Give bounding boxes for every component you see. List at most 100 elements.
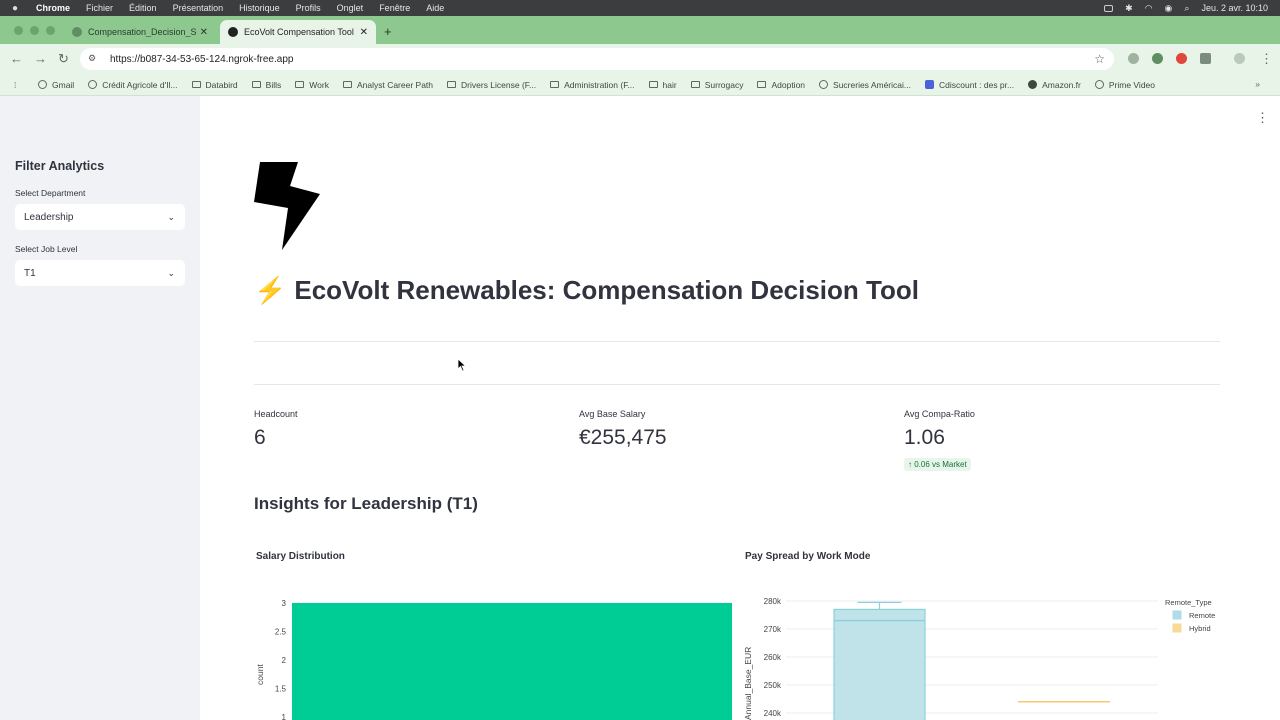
macos-menu-bar: ● Chrome Fichier Édition Présentation Hi… (0, 0, 1280, 16)
back-icon[interactable]: ← (10, 51, 23, 66)
bookmark-item[interactable]: Drivers License (F... (447, 80, 536, 90)
close-tab-icon[interactable]: ✕ (360, 27, 368, 38)
control-center-icon[interactable]: ◉ (1165, 3, 1173, 14)
browser-tab[interactable]: Compensation_Decision_Su ✕ (64, 20, 216, 44)
bookmark-favicon-icon (924, 80, 934, 89)
y-tick-label: 280k (764, 597, 782, 606)
bookmark-item[interactable]: Work (295, 80, 329, 90)
bookmark-item[interactable]: Bills (251, 79, 282, 90)
bluetooth-icon[interactable]: ✱ (1125, 3, 1133, 14)
bookmark-favicon-icon (819, 80, 829, 89)
wifi-icon[interactable]: ◠ (1145, 3, 1153, 14)
profile-avatar-icon[interactable] (1234, 53, 1245, 64)
y-tick-label: 270k (764, 625, 782, 634)
close-window-icon[interactable] (14, 26, 23, 35)
site-info-icon[interactable]: ⚙ (88, 53, 100, 65)
y-tick-label: 260k (764, 653, 782, 662)
browser-menu-icon[interactable]: ⋮ (1260, 51, 1273, 67)
bookmark-label: Bills (265, 79, 282, 90)
remote-box (833, 608, 926, 720)
bookmark-item[interactable]: Prime Video (1094, 79, 1156, 90)
browser-tab-active[interactable]: EcoVolt Compensation Tool ✕ (220, 20, 376, 44)
bookmark-item[interactable]: Gmail (38, 80, 74, 90)
clock[interactable]: Jeu. 2 avr. 10:10 (1201, 3, 1268, 13)
bookmark-favicon-icon (88, 80, 98, 89)
status-area: ✱ ◠ ◉ ⌕ Jeu. 2 avr. 10:10 (1104, 3, 1268, 14)
extension-icon[interactable] (1128, 53, 1139, 64)
chevron-down-icon: ⌄ (167, 267, 175, 278)
folder-icon (251, 81, 261, 88)
bookmark-label: Prime Video (1108, 79, 1156, 90)
close-tab-icon[interactable]: ✕ (200, 27, 208, 38)
tab-favicon-icon (72, 27, 82, 37)
bookmark-label: Cdiscount : des pr... (938, 79, 1015, 90)
bookmark-label: Drivers License (F... (461, 79, 537, 90)
job-level-select[interactable]: T1 ⌄ (15, 260, 185, 286)
menu-item[interactable]: Profils (296, 3, 321, 13)
address-bar[interactable]: ⚙ https://b087-34-53-65-124.ngrok-free.a… (80, 48, 1114, 70)
folder-icon (690, 81, 700, 88)
bookmark-label: Amazon.fr (1042, 79, 1081, 90)
menu-item[interactable]: Chrome (36, 3, 70, 13)
menu-item[interactable]: Fichier (86, 3, 113, 13)
job-level-label: Select Job Level (15, 244, 78, 254)
minimize-window-icon[interactable] (30, 26, 39, 35)
bookmark-item[interactable]: hair (648, 80, 677, 90)
menu-item[interactable]: Fenêtre (379, 3, 410, 13)
page-title: ⚡ EcoVolt Renewables: Compensation Decisi… (254, 275, 919, 306)
folder-icon (342, 81, 352, 88)
headcount-value: 6 (254, 426, 266, 449)
menu-item[interactable]: Présentation (173, 3, 224, 13)
legend-label: Remote (1189, 611, 1215, 620)
bookmark-label: Gmail (52, 79, 75, 90)
salary-distribution-title: Salary Distribution (256, 551, 345, 562)
bookmark-item[interactable]: Cdiscount : des pr... (924, 79, 1015, 90)
app-menu-kebab-icon[interactable]: ⋮ (1256, 110, 1269, 126)
apps-icon[interactable]: ⁞ (0, 80, 38, 90)
adblock-icon[interactable] (1176, 53, 1187, 64)
extensions-puzzle-icon[interactable] (1200, 53, 1211, 64)
bookmark-item[interactable]: Analyst Career Path (342, 80, 433, 90)
search-icon[interactable]: ⌕ (1184, 3, 1189, 14)
app-menu: Chrome Fichier Édition Présentation Hist… (36, 3, 444, 13)
apple-icon[interactable]: ● (12, 3, 30, 14)
more-bookmarks-icon[interactable]: » (1255, 79, 1260, 89)
bookmark-item[interactable]: Databird (191, 80, 238, 90)
pay-spread-chart: 240k 250k 260k 270k 280k Annual_Base_EUR Remot… (743, 597, 1215, 720)
legend-swatch (1172, 610, 1182, 620)
reload-icon[interactable]: ↻ (58, 51, 69, 67)
y-axis-label: Annual_Base_EUR (743, 647, 753, 720)
bookmark-favicon-icon (38, 80, 47, 89)
menu-item[interactable]: Historique (239, 3, 280, 13)
insights-heading: Insights for Leadership (T1) (254, 494, 478, 513)
bookmark-item[interactable]: Surrogacy (690, 79, 744, 90)
bookmark-item[interactable]: Adoption (757, 80, 805, 90)
bookmark-item[interactable]: Sucreries Américai... (819, 80, 911, 90)
menu-item[interactable]: Aide (426, 3, 444, 13)
y-tick-label: 2 (282, 656, 287, 665)
mouse-cursor-icon (457, 358, 467, 372)
bookmark-label: Crédit Agricole d'Il... (102, 79, 178, 90)
bookmark-item[interactable]: Administration (F... (550, 79, 635, 90)
bookmark-label: Surrogacy (704, 79, 744, 90)
department-select[interactable]: Leadership ⌄ (15, 204, 185, 230)
bookmark-star-icon[interactable]: ☆ (1094, 52, 1105, 66)
legend-label: Hybrid (1189, 624, 1211, 633)
forward-icon[interactable]: → (34, 51, 47, 66)
folder-icon (550, 81, 560, 88)
battery-icon[interactable] (1104, 4, 1114, 12)
menu-item[interactable]: Onglet (337, 3, 364, 13)
bookmark-item[interactable]: Amazon.fr (1028, 80, 1081, 90)
bookmark-label: Administration (F... (564, 79, 635, 90)
menu-item[interactable]: Édition (129, 3, 157, 13)
zoom-window-icon[interactable] (46, 26, 55, 35)
tab-favicon-icon (228, 27, 238, 37)
new-tab-icon[interactable]: + (384, 24, 392, 39)
extension-icon[interactable] (1152, 53, 1163, 64)
chevron-down-icon: ⌄ (167, 211, 175, 222)
folder-icon (447, 81, 457, 88)
avg-compa-ratio-value: 1.06 (904, 426, 945, 449)
bookmark-item[interactable]: Crédit Agricole d'Il... (88, 79, 178, 90)
page-title-text: EcoVolt Renewables: Compensation Decisio… (294, 275, 919, 305)
y-tick-label: 1.5 (275, 685, 287, 694)
